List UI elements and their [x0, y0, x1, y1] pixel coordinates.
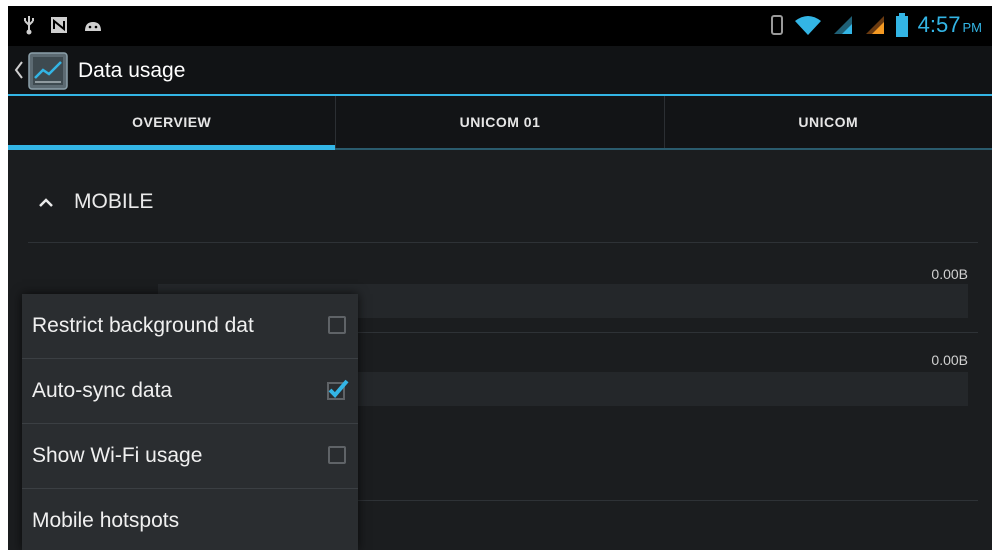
status-bar: 4:57 PM — [8, 6, 992, 46]
checkbox-unchecked[interactable] — [328, 316, 346, 334]
mobile-section-header[interactable]: MOBILE — [38, 190, 153, 214]
menu-item-show-wifi-usage[interactable]: Show Wi-Fi usage — [22, 424, 358, 489]
android-debug-icon — [85, 22, 101, 31]
wifi-icon — [794, 16, 821, 35]
battery-icon — [895, 13, 908, 37]
menu-item-restrict-background-data[interactable]: Restrict background dat — [22, 294, 358, 359]
back-chevron-icon[interactable] — [12, 58, 26, 82]
bluetooth-icon — [770, 15, 783, 35]
tab-overview[interactable]: OVERVIEW — [8, 96, 337, 150]
action-bar: Data usage — [8, 46, 992, 96]
notification-icon — [51, 17, 67, 33]
signal-icon-sim2 — [865, 16, 884, 34]
section-title: MOBILE — [74, 190, 154, 213]
data-usage-app-icon[interactable] — [28, 52, 68, 90]
page-title: Data usage — [78, 59, 186, 82]
android-screen: 4:57 PM Data usage OVERVIEW UNICOM 01 UNI… — [8, 6, 992, 550]
usage-value: 0.00B — [931, 352, 968, 368]
tab-unicom[interactable]: UNICOM — [665, 96, 992, 148]
tab-bar: OVERVIEW UNICOM 01 UNICOM — [8, 96, 992, 150]
chevron-up-icon — [39, 198, 53, 207]
clock: 4:57 PM — [917, 12, 982, 37]
section-divider — [28, 242, 978, 243]
checkmark-icon[interactable] — [324, 377, 350, 401]
overflow-menu: Restrict background dat Auto-sync data S… — [22, 294, 358, 550]
menu-item-auto-sync-data[interactable]: Auto-sync data — [22, 359, 358, 424]
usage-value: 0.00B — [931, 266, 968, 282]
signal-icon-sim1 — [833, 16, 852, 34]
usb-icon — [24, 16, 34, 35]
tab-unicom-01[interactable]: UNICOM 01 — [336, 96, 665, 148]
checkbox-unchecked[interactable] — [328, 446, 346, 464]
menu-item-mobile-hotspots[interactable]: Mobile hotspots — [22, 489, 358, 550]
